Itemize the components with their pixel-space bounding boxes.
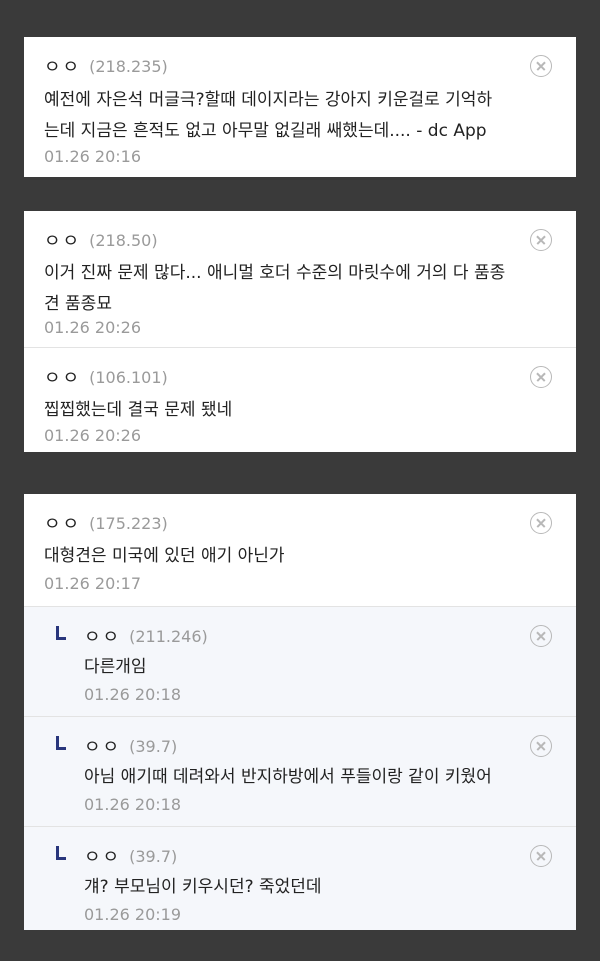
comment-line: 찝찝했는데 결국 문제 됐네 <box>44 400 233 420</box>
comment-date: 01.26 20:26 <box>44 426 141 445</box>
comment-card-1: ㅇㅇ (218.235) 예전에 자은석 머글극?할때 데이지라는 강아지 키운… <box>24 37 576 177</box>
comment-meta: ㅇㅇ (218.50) <box>44 227 158 253</box>
comment-nickname[interactable]: ㅇㅇ <box>84 733 121 759</box>
comment-item: ㅇㅇ (175.223) 대형견은 미국에 있던 애기 아닌가 01.26 20… <box>24 494 576 606</box>
comment-meta: ㅇㅇ (39.7) <box>56 733 178 759</box>
comment-date: 01.26 20:18 <box>84 685 181 704</box>
close-circle-icon[interactable] <box>530 229 552 251</box>
comment-meta: ㅇㅇ (211.246) <box>56 623 208 649</box>
comment-ip: (106.101) <box>89 367 168 387</box>
close-circle-icon[interactable] <box>530 366 552 388</box>
comment-line: 아님 애기때 데려와서 반지하방에서 푸들이랑 같이 키웠어 <box>84 767 492 787</box>
reply-arrow-icon <box>56 626 66 640</box>
comment-meta: ㅇㅇ (106.101) <box>44 364 168 390</box>
comment-body: 다른개임 <box>84 652 147 683</box>
comment-nickname[interactable]: ㅇㅇ <box>84 623 121 649</box>
comment-date: 01.26 20:17 <box>44 574 141 593</box>
reply-arrow-icon <box>56 736 66 750</box>
close-circle-icon[interactable] <box>530 735 552 757</box>
comment-date: 01.26 20:18 <box>84 795 181 814</box>
comment-line: 대형견은 미국에 있던 애기 아닌가 <box>44 546 285 566</box>
close-circle-icon[interactable] <box>530 55 552 77</box>
comment-body: 대형견은 미국에 있던 애기 아닌가 <box>44 541 285 572</box>
comment-ip: (211.246) <box>129 626 208 646</box>
reply-item: ㅇㅇ (39.7) 걔? 부모님이 키우시던? 죽었던데 01.26 20:19 <box>24 826 576 930</box>
comment-line: 견 품종묘 <box>44 294 112 314</box>
comment-body: 걔? 부모님이 키우시던? 죽었던데 <box>84 872 322 903</box>
comment-nickname[interactable]: ㅇㅇ <box>44 364 81 390</box>
comment-ip: (175.223) <box>89 513 168 533</box>
comment-body: 예전에 자은석 머글극?할때 데이지라는 강아지 키운걸로 기억하 는데 지금은… <box>44 85 492 147</box>
close-circle-icon[interactable] <box>530 845 552 867</box>
comment-nickname[interactable]: ㅇㅇ <box>84 843 121 869</box>
comment-body: 이거 진짜 문제 많다... 애니멀 호더 수준의 마릿수에 거의 다 품종 견… <box>44 258 505 320</box>
comment-line: 다른개임 <box>84 657 147 677</box>
comment-meta: ㅇㅇ (218.235) <box>44 53 168 79</box>
comment-meta: ㅇㅇ (39.7) <box>56 843 178 869</box>
comment-line: 예전에 자은석 머글극?할때 데이지라는 강아지 키운걸로 기억하 <box>44 90 493 110</box>
comment-ip: (39.7) <box>129 736 178 756</box>
comment-nickname[interactable]: ㅇㅇ <box>44 53 81 79</box>
comment-card-3: ㅇㅇ (175.223) 대형견은 미국에 있던 애기 아닌가 01.26 20… <box>24 494 576 930</box>
comment-item: ㅇㅇ (218.235) 예전에 자은석 머글극?할때 데이지라는 강아지 키운… <box>24 37 576 177</box>
comment-line: 걔? 부모님이 키우시던? 죽었던데 <box>84 877 322 897</box>
comment-body: 아님 애기때 데려와서 반지하방에서 푸들이랑 같이 키웠어 <box>84 762 492 793</box>
comment-item: ㅇㅇ (218.50) 이거 진짜 문제 많다... 애니멀 호더 수준의 마릿… <box>24 211 576 347</box>
comment-date: 01.26 20:26 <box>44 318 141 337</box>
comment-date: 01.26 20:16 <box>44 147 141 166</box>
comment-nickname[interactable]: ㅇㅇ <box>44 510 81 536</box>
comment-line: 는데 지금은 흔적도 없고 아무말 없길래 쌔했는데.... - dc App <box>44 121 487 141</box>
comment-card-2: ㅇㅇ (218.50) 이거 진짜 문제 많다... 애니멀 호더 수준의 마릿… <box>24 211 576 452</box>
comment-ip: (39.7) <box>129 846 178 866</box>
comment-date: 01.26 20:19 <box>84 905 181 924</box>
reply-arrow-icon <box>56 846 66 860</box>
reply-item: ㅇㅇ (211.246) 다른개임 01.26 20:18 <box>24 606 576 716</box>
reply-item: ㅇㅇ (39.7) 아님 애기때 데려와서 반지하방에서 푸들이랑 같이 키웠어… <box>24 716 576 826</box>
comment-line: 이거 진짜 문제 많다... 애니멀 호더 수준의 마릿수에 거의 다 품종 <box>44 263 506 283</box>
comment-body: 찝찝했는데 결국 문제 됐네 <box>44 395 232 426</box>
close-circle-icon[interactable] <box>530 625 552 647</box>
comment-meta: ㅇㅇ (175.223) <box>44 510 168 536</box>
close-circle-icon[interactable] <box>530 512 552 534</box>
comment-ip: (218.50) <box>89 230 158 250</box>
comment-ip: (218.235) <box>89 56 168 76</box>
comment-nickname[interactable]: ㅇㅇ <box>44 227 81 253</box>
comment-item: ㅇㅇ (106.101) 찝찝했는데 결국 문제 됐네 01.26 20:26 <box>24 347 576 452</box>
